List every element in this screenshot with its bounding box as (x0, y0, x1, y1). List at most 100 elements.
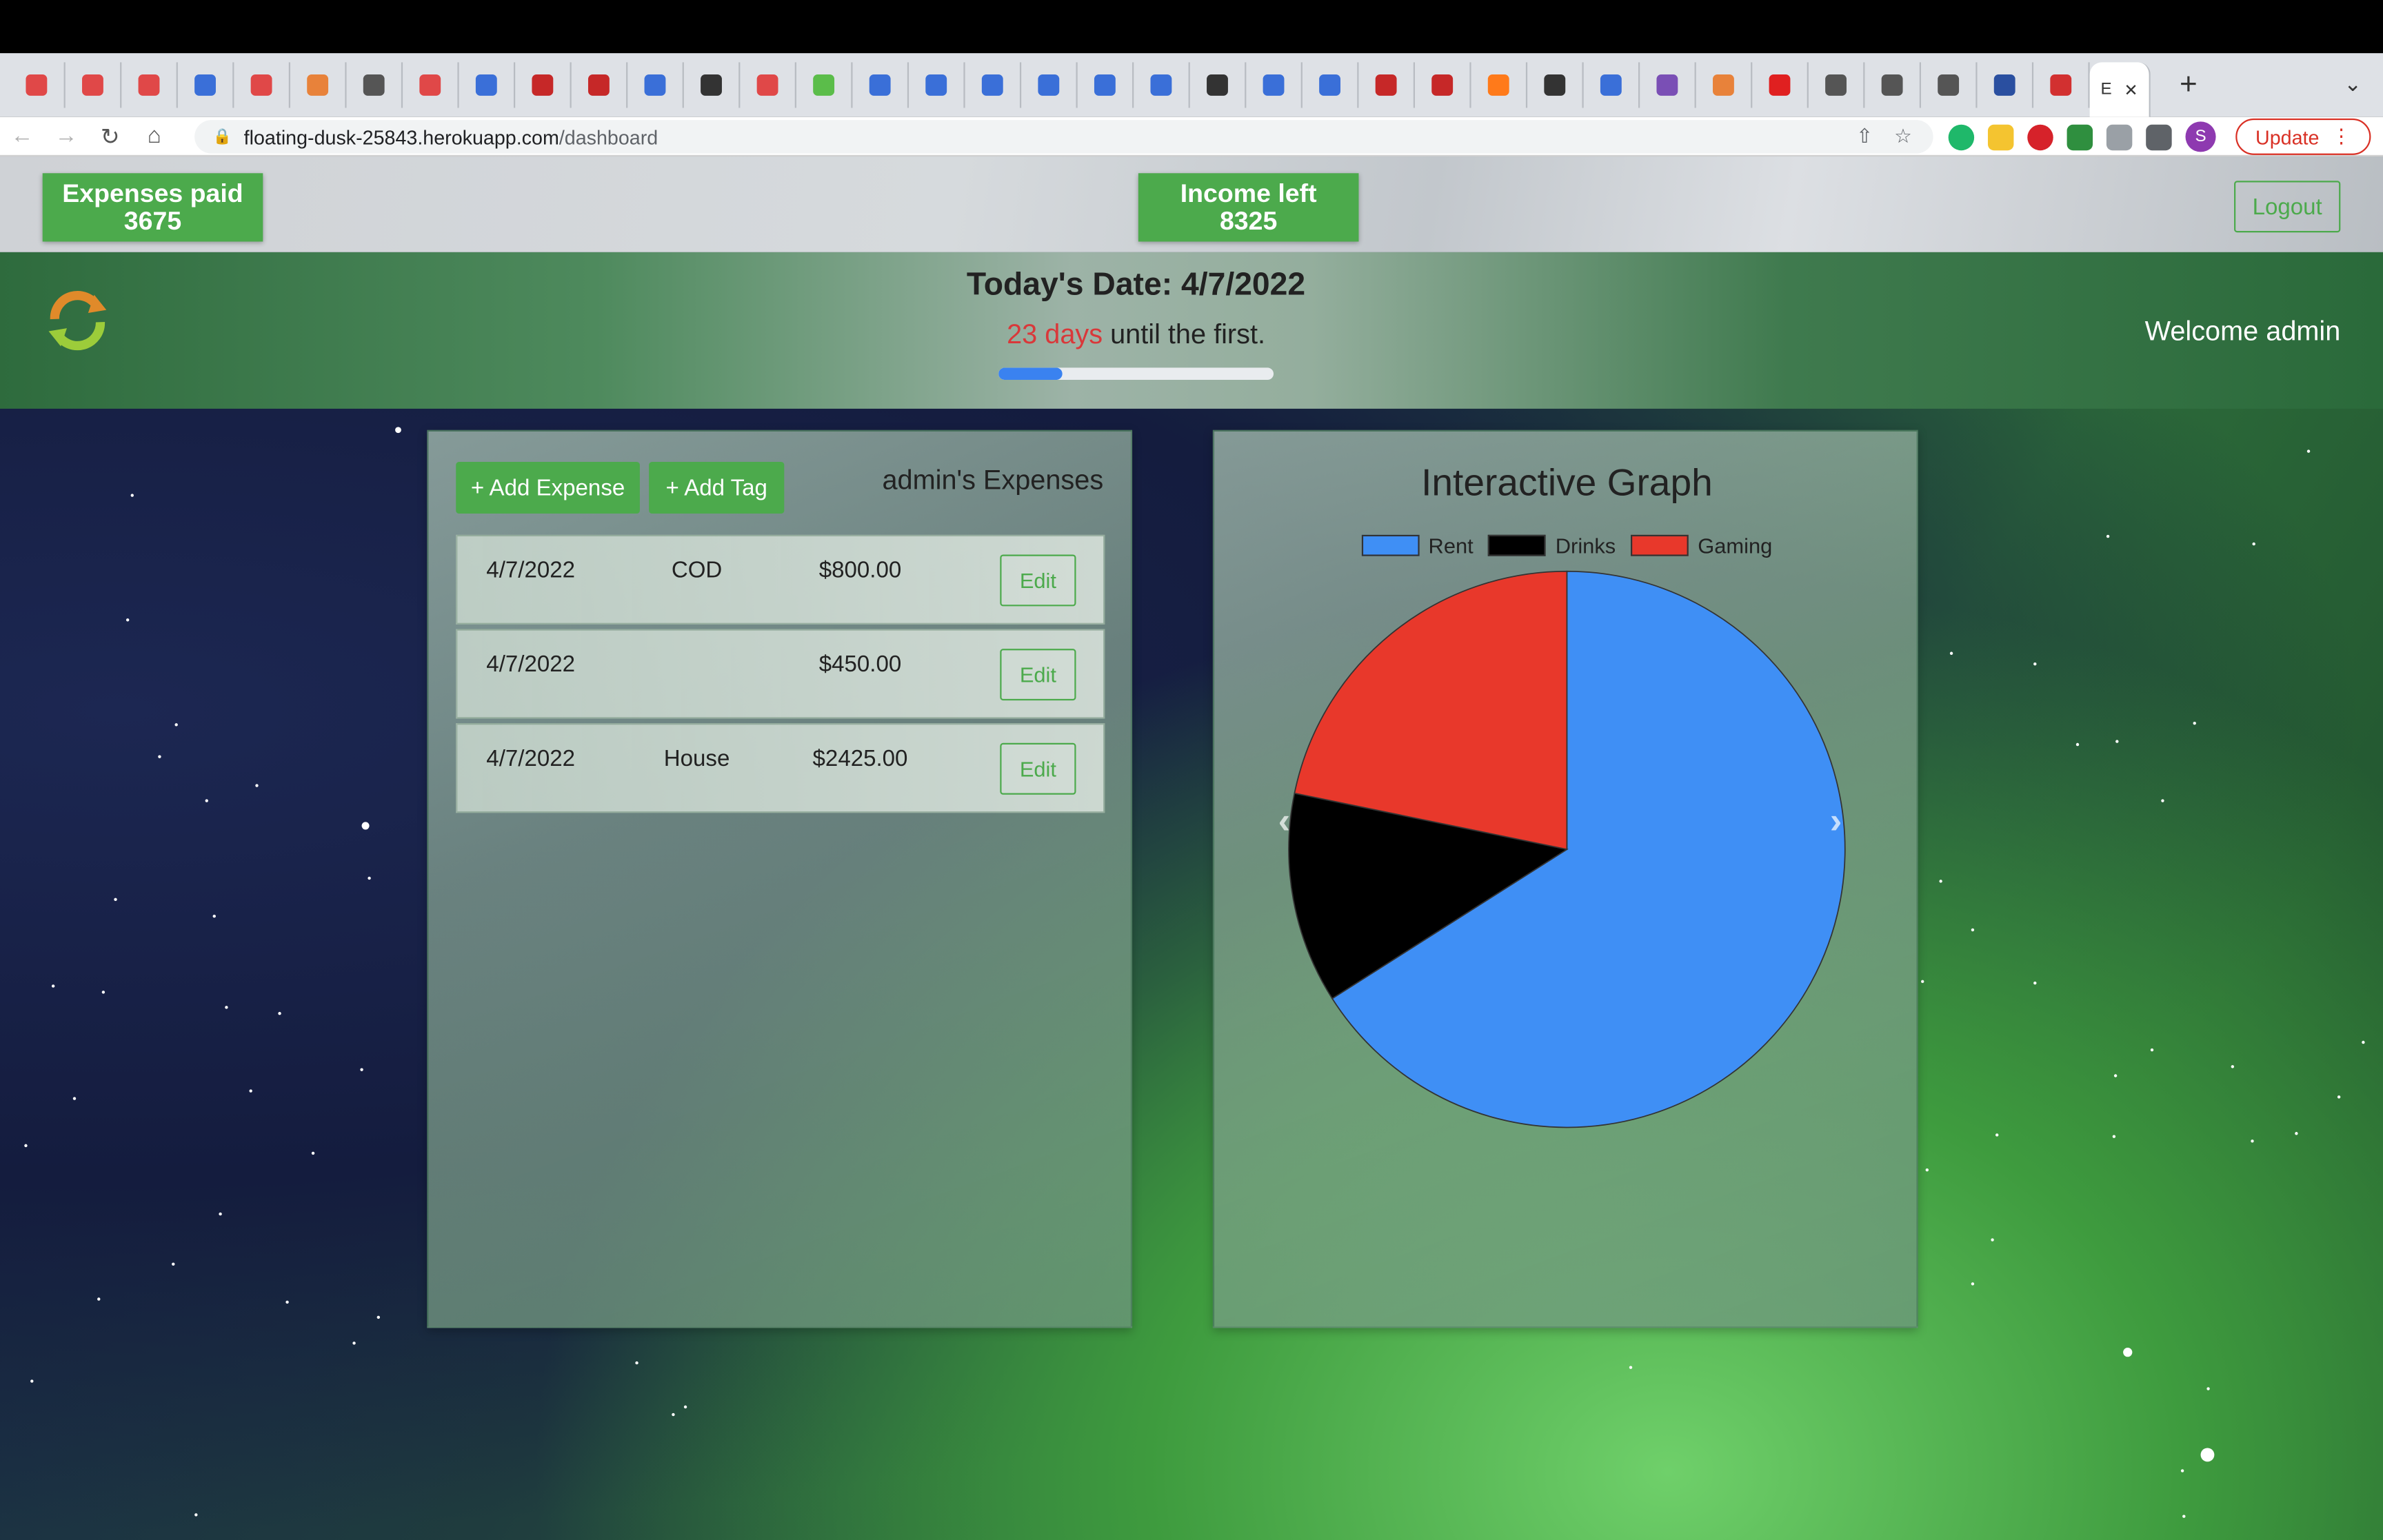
back-icon[interactable]: ← (0, 123, 44, 149)
star (2123, 1348, 2133, 1357)
browser-tab[interactable] (1078, 62, 1134, 108)
browser-tab[interactable] (1134, 62, 1190, 108)
browser-tab[interactable] (853, 62, 909, 108)
camera-extension-icon[interactable] (2106, 123, 2133, 150)
extensions-puzzle-icon[interactable] (2146, 123, 2172, 150)
star (2206, 1387, 2210, 1390)
browser-tab[interactable] (178, 62, 234, 108)
star (278, 1011, 281, 1015)
new-tab-icon[interactable]: + (2166, 68, 2211, 103)
browser-tab[interactable] (1471, 62, 1528, 108)
pie-chart[interactable] (1286, 570, 1849, 1133)
browser-tab[interactable] (347, 62, 403, 108)
browser-tab[interactable] (1190, 62, 1247, 108)
browser-tab[interactable] (909, 62, 965, 108)
share-icon[interactable]: ⇧ (1856, 125, 1873, 149)
browser-tab[interactable] (1696, 62, 1753, 108)
star (1920, 980, 1924, 984)
browser-tab[interactable] (965, 62, 1022, 108)
star (352, 1341, 356, 1345)
legend-swatch (1631, 534, 1689, 556)
browser-tab[interactable] (1752, 62, 1809, 108)
chart-legend[interactable]: Rent Drinks Gaming (1214, 534, 1920, 558)
legend-item[interactable]: Rent (1361, 534, 1474, 558)
browser-tab[interactable] (1864, 62, 1921, 108)
ro-extension-icon[interactable] (2067, 123, 2093, 150)
expense-tag: House (663, 746, 730, 772)
browser-tab[interactable] (1358, 62, 1416, 108)
browser-tab[interactable] (515, 62, 572, 108)
active-browser-tab[interactable]: E ✕ (2089, 62, 2151, 117)
reload-icon[interactable]: ↻ (88, 122, 132, 150)
edit-button[interactable]: Edit (1000, 649, 1076, 701)
browser-tab[interactable] (627, 62, 684, 108)
legend-item[interactable]: Drinks (1488, 534, 1616, 558)
expense-date: 4/7/2022 (486, 651, 576, 678)
browser-tab[interactable] (234, 62, 290, 108)
star (2161, 799, 2164, 802)
close-tab-icon[interactable]: ✕ (2124, 80, 2138, 99)
url-input[interactable]: 🔒 floating-dusk-25843.herokuapp.com/dash… (194, 120, 1933, 154)
tab-search-icon[interactable]: ⌄ (2344, 72, 2362, 97)
browser-tab[interactable] (1809, 62, 1865, 108)
tab-favicon-icon (587, 74, 610, 96)
browser-tab[interactable] (1415, 62, 1471, 108)
address-bar: ← → ↻ ⌂ 🔒 floating-dusk-25843.herokuapp.… (0, 116, 2383, 157)
browser-tab[interactable] (1978, 62, 2034, 108)
browser-tab[interactable] (1640, 62, 1696, 108)
chevron-right-icon[interactable]: › (1830, 801, 1842, 844)
browser-tab[interactable] (1527, 62, 1584, 108)
add-tag-button[interactable]: + Add Tag (649, 462, 785, 514)
browser-tab[interactable] (740, 62, 796, 108)
update-label: Update (2255, 125, 2320, 148)
browser-tab[interactable] (572, 62, 628, 108)
logout-button[interactable]: Logout (2234, 181, 2341, 233)
browser-tab[interactable] (796, 62, 853, 108)
graph-title: Interactive Graph (1421, 462, 1713, 505)
browser-tab[interactable] (1021, 62, 1078, 108)
browser-tab[interactable] (1303, 62, 1359, 108)
browser-tab[interactable] (459, 62, 516, 108)
browser-tab[interactable] (9, 62, 66, 108)
star (2033, 662, 2037, 666)
browser-tab[interactable] (2033, 62, 2090, 108)
browser-tab[interactable] (1584, 62, 1640, 108)
star (51, 984, 55, 988)
browser-tab[interactable] (403, 62, 459, 108)
legend-swatch (1488, 534, 1547, 556)
star (376, 1315, 381, 1319)
edit-button[interactable]: Edit (1000, 554, 1076, 607)
bookmark-star-icon[interactable]: ☆ (1894, 125, 1912, 149)
tab-favicon-icon (813, 74, 835, 96)
legend-item[interactable]: Gaming (1631, 534, 1772, 558)
browser-tab[interactable] (290, 62, 347, 108)
browser-tab[interactable] (1246, 62, 1303, 108)
star (174, 723, 178, 727)
days-until-first: 23 days until the first. (0, 319, 2272, 351)
income-left-label: Income left (1180, 179, 1317, 208)
star (2182, 1514, 2186, 1518)
forward-icon[interactable]: → (44, 123, 88, 149)
update-button[interactable]: Update ⋮ (2235, 118, 2371, 155)
expenses-paid-label: Expenses paid (62, 179, 243, 208)
tab-favicon-icon (1993, 74, 2015, 96)
edit-button[interactable]: Edit (1000, 742, 1076, 795)
star (2306, 449, 2311, 453)
highlighter-extension-icon[interactable] (1987, 123, 2014, 150)
opera-extension-icon[interactable] (2027, 123, 2053, 150)
browser-tab[interactable] (1921, 62, 1978, 108)
star (2231, 1065, 2235, 1068)
add-expense-button[interactable]: + Add Expense (456, 462, 640, 514)
tab-favicon-icon (1825, 74, 1847, 96)
date-banner: Today's Date: 4/7/2022 23 days until the… (0, 252, 2383, 409)
todays-date: Today's Date: 4/7/2022 (966, 267, 1306, 303)
tab-favicon-icon (1769, 74, 1791, 96)
browser-tab[interactable] (684, 62, 741, 108)
browser-tab[interactable] (66, 62, 122, 108)
browser-tab[interactable] (121, 62, 178, 108)
grammarly-extension-icon[interactable] (1948, 123, 1975, 150)
profile-avatar[interactable]: S (2185, 121, 2216, 152)
tab-favicon-icon (307, 74, 329, 96)
home-icon[interactable]: ⌂ (132, 123, 177, 149)
chevron-left-icon[interactable]: ‹ (1278, 801, 1291, 844)
